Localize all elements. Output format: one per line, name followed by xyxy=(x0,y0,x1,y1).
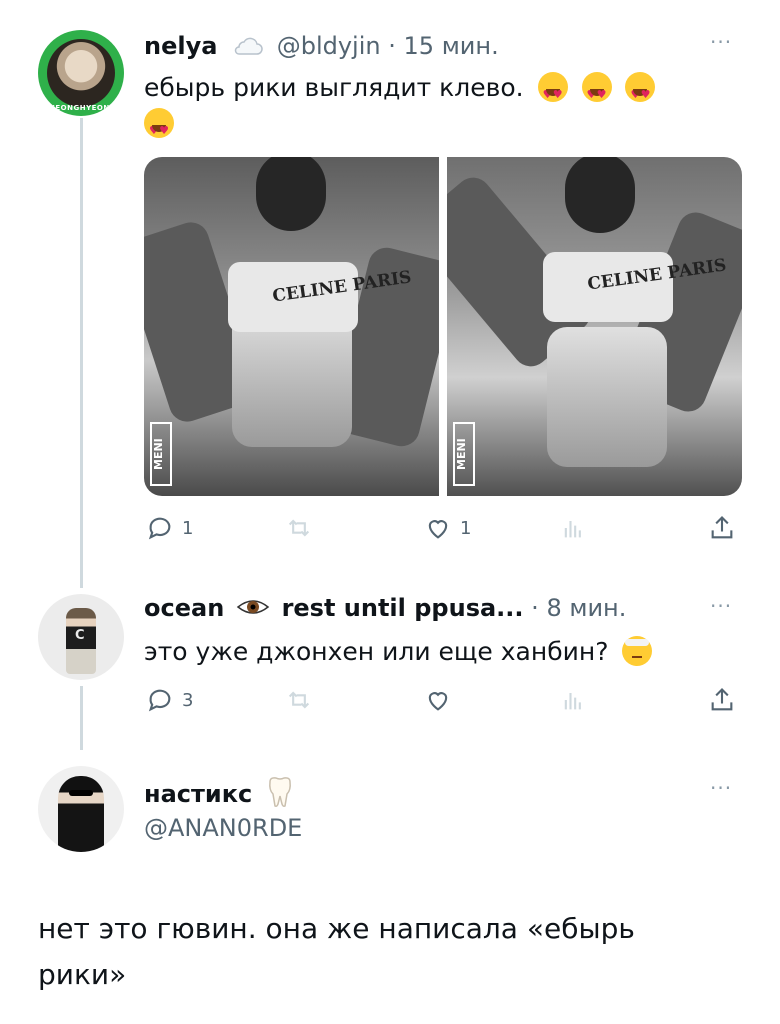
share-button[interactable] xyxy=(708,514,736,542)
eye-emoji xyxy=(236,595,270,625)
reply-icon xyxy=(148,517,171,540)
heart-eyes-emoji xyxy=(581,72,612,113)
reply-button[interactable]: 3 xyxy=(146,686,193,714)
more-options-icon[interactable]: ··· xyxy=(710,594,732,618)
timestamp[interactable]: 8 мин. xyxy=(546,594,626,622)
thread-line xyxy=(80,118,83,588)
media-photo-1[interactable]: CELINE PARIS MENI xyxy=(144,157,439,496)
brand-watermark: MENI xyxy=(150,422,172,486)
avatar-ring-text: JEONGHYEON xyxy=(52,104,110,112)
handle[interactable]: @ANAN0RDE xyxy=(144,814,302,842)
cloud-icon xyxy=(231,34,263,62)
retweet-button[interactable] xyxy=(285,686,313,714)
views-button[interactable] xyxy=(560,686,588,714)
tweet-text-content: это уже джонхен или еще ханбин? xyxy=(144,637,609,666)
reply-button[interactable]: 1 xyxy=(146,514,193,542)
thread-line xyxy=(80,686,83,750)
avatar[interactable]: JEONGHYEON xyxy=(38,30,124,116)
reply-icon xyxy=(148,689,171,712)
tweet-text: это уже джонхен или еще ханбин? xyxy=(144,634,734,670)
display-name[interactable]: настикс xyxy=(144,780,252,808)
avatar[interactable]: C xyxy=(38,594,124,680)
avatar-photo xyxy=(47,39,115,107)
heart-icon xyxy=(428,692,448,711)
reply-count: 1 xyxy=(182,517,194,539)
more-options-icon[interactable]: ··· xyxy=(710,30,732,54)
avatar-photo: C xyxy=(75,628,85,643)
tweet-header: ocean rest until ppusa... · 8 мин. xyxy=(144,594,626,625)
heart-icon xyxy=(428,520,448,539)
handle[interactable]: @bldyjin xyxy=(277,32,381,60)
retweet-icon xyxy=(288,519,310,537)
retweet-button[interactable] xyxy=(285,514,313,542)
views-icon xyxy=(564,521,581,538)
handle-row: @ANAN0RDE xyxy=(144,814,302,842)
display-name[interactable]: ocean xyxy=(144,594,224,622)
timestamp[interactable]: 15 мин. xyxy=(404,32,499,60)
separator: · xyxy=(388,32,396,60)
avatar-photo xyxy=(69,790,93,796)
share-icon xyxy=(711,516,733,539)
brand-watermark: MENI xyxy=(453,422,475,486)
views-button[interactable] xyxy=(560,514,588,542)
tweet-header: nelya @bldyjin · 15 мин. xyxy=(144,32,499,62)
like-button[interactable] xyxy=(424,686,452,714)
media-grid[interactable]: CELINE PARIS MENI CELINE PARIS MENI xyxy=(144,157,742,496)
tweet-text-content: ебырь рики выглядит клево. xyxy=(144,73,524,102)
head-bandage-emoji xyxy=(622,636,653,666)
display-name[interactable]: nelya xyxy=(144,32,217,60)
heart-eyes-emoji xyxy=(144,108,174,149)
share-icon xyxy=(711,688,733,711)
more-options-icon[interactable]: ··· xyxy=(710,776,732,800)
tweet-text-line: рики» xyxy=(38,958,127,991)
heart-eyes-emoji xyxy=(625,72,656,113)
like-count: 1 xyxy=(460,517,472,539)
heart-eyes-emoji xyxy=(537,72,568,113)
tooth-emoji xyxy=(266,776,294,814)
like-button[interactable]: 1 xyxy=(424,514,471,542)
reply-count: 3 xyxy=(182,689,194,711)
views-icon xyxy=(564,693,581,710)
retweet-icon xyxy=(288,691,310,709)
separator: · xyxy=(531,594,539,622)
tweet-text-line: нет это гювин. она же написала «ебырь xyxy=(38,912,635,945)
display-name-suffix[interactable]: rest until ppusa... xyxy=(282,594,524,622)
tweet-header: настикс xyxy=(144,776,294,814)
share-button[interactable] xyxy=(708,686,736,714)
avatar[interactable] xyxy=(38,766,124,852)
media-photo-2[interactable]: CELINE PARIS MENI xyxy=(447,157,742,496)
tweet-text: ебырь рики выглядит клево. xyxy=(144,70,724,149)
